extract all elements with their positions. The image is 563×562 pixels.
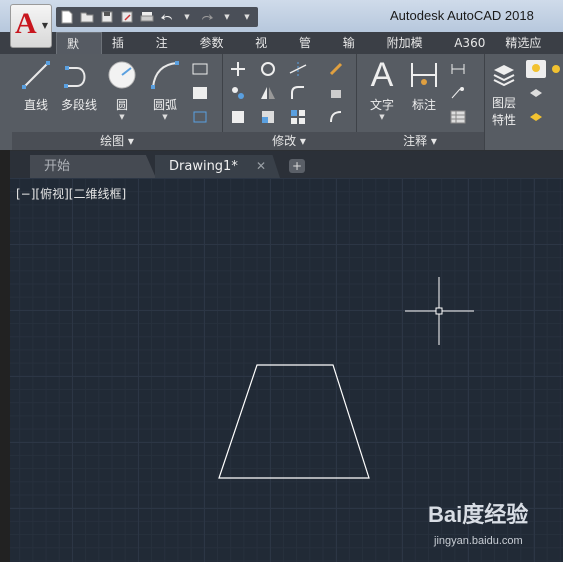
- application-menu-button[interactable]: A ▼: [10, 4, 52, 48]
- drawing-layer: [218, 277, 474, 479]
- crosshair-cursor: [405, 277, 474, 345]
- baidu-watermark: Bai度经验 jingyan.baidu.com: [428, 497, 563, 557]
- app-logo-letter: A: [15, 7, 37, 40]
- watermark-url: jingyan.baidu.com: [434, 535, 523, 547]
- chevron-down-icon: ▼: [41, 21, 48, 30]
- watermark-logo: Bai度经验: [428, 502, 529, 527]
- trapezoid-shape[interactable]: [218, 364, 370, 479]
